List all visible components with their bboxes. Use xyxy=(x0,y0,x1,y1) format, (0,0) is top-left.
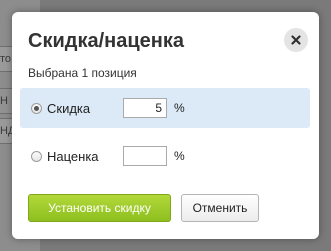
markup-option-row: Наценка % xyxy=(20,136,310,176)
markup-radio[interactable] xyxy=(31,150,42,162)
cancel-button[interactable]: Отменить xyxy=(181,194,259,222)
discount-radio[interactable] xyxy=(31,102,42,114)
close-icon xyxy=(291,35,301,45)
dialog-title: Скидка/наценка xyxy=(28,30,184,52)
close-button[interactable] xyxy=(284,28,308,52)
discount-markup-dialog: Скидка/наценка Выбрана 1 позиция Скидка … xyxy=(12,12,319,239)
selection-count: Выбрана 1 позиция xyxy=(28,66,137,80)
discount-unit: % xyxy=(174,101,185,115)
markup-input[interactable] xyxy=(123,146,167,166)
markup-unit: % xyxy=(174,149,185,163)
discount-input[interactable] xyxy=(123,98,167,118)
discount-option-row: Скидка % xyxy=(20,88,310,128)
set-discount-button[interactable]: Установить скидку xyxy=(28,194,171,222)
markup-label: Наценка xyxy=(47,148,99,164)
discount-label: Скидка xyxy=(47,100,91,116)
